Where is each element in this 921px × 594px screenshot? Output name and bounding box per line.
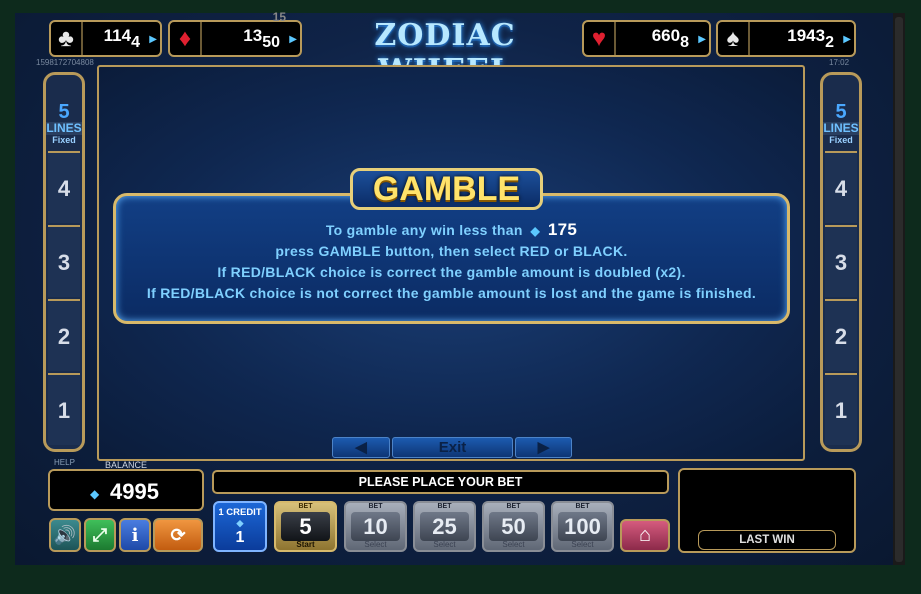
jackpot-diamonds-rolling: 15 bbox=[272, 9, 286, 24]
play-arrow-icon: ▶ bbox=[289, 34, 297, 45]
speaker-icon[interactable]: 🔊 bbox=[49, 518, 81, 552]
bet-value: 10 bbox=[351, 512, 400, 541]
gamble-info-panel: To gamble any win less than ◆ 175 press … bbox=[113, 193, 790, 324]
bet-10-button[interactable]: BET 10 Select bbox=[344, 501, 407, 552]
clubs-icon: ♣ bbox=[51, 22, 83, 55]
jackpot-hearts-sub: 8 bbox=[680, 33, 689, 51]
jackpot-spades-sub: 2 bbox=[825, 33, 834, 51]
gamble-line-2: press GAMBLE button, then select RED or … bbox=[275, 243, 628, 259]
bet-value: 5 bbox=[281, 512, 330, 541]
line-4[interactable]: 4 bbox=[825, 151, 857, 223]
scrollbar[interactable] bbox=[893, 13, 905, 565]
hearts-icon: ♥ bbox=[584, 22, 616, 55]
bet-label: BET bbox=[298, 503, 313, 510]
balance-value: 4995 bbox=[110, 479, 159, 504]
scrollbar-thumb[interactable] bbox=[895, 17, 903, 562]
lines-count: 5 bbox=[58, 101, 70, 123]
fullscreen-icon[interactable]: ⤢ bbox=[84, 518, 116, 552]
play-arrow-icon: ▶ bbox=[843, 34, 851, 45]
exit-button[interactable]: Exit bbox=[392, 437, 513, 458]
play-arrow-icon: ▶ bbox=[149, 34, 157, 45]
balance-label: BALANCE bbox=[104, 460, 148, 470]
jackpot-spades-value: 1943 bbox=[787, 25, 826, 45]
prev-page-button[interactable]: ◀ bbox=[332, 437, 390, 458]
home-icon[interactable]: ⌂ bbox=[620, 519, 670, 552]
line-2[interactable]: 2 bbox=[48, 299, 80, 371]
balance-box: BALANCE ◆ 4995 bbox=[48, 460, 204, 511]
lines-label: LINES bbox=[46, 121, 82, 135]
credit-label: 1 CREDIT bbox=[218, 507, 262, 518]
credit-button[interactable]: 1 CREDIT ◆ 1 bbox=[213, 501, 267, 552]
bet-value: 100 bbox=[558, 512, 607, 541]
credit-value: 1 bbox=[235, 529, 245, 546]
jackpot-diamonds-sub: 50 bbox=[262, 33, 280, 51]
autoplay-icon[interactable]: ⟳ bbox=[153, 518, 203, 552]
bet-25-button[interactable]: BET 25 Select bbox=[413, 501, 476, 552]
line-3[interactable]: 3 bbox=[825, 225, 857, 297]
gamble-title: GAMBLE bbox=[350, 168, 543, 210]
last-win-label: LAST WIN bbox=[698, 530, 836, 550]
gamble-line-4: If RED/BLACK choice is not correct the g… bbox=[146, 285, 757, 301]
bet-100-button[interactable]: BET 100 Select bbox=[551, 501, 614, 552]
bet-50-button[interactable]: BET 50 Select bbox=[482, 501, 545, 552]
lines-column-right: 5 LINES Fixed 4 3 2 1 bbox=[820, 72, 862, 452]
gem-icon: ◆ bbox=[526, 224, 544, 238]
gem-icon: ◆ bbox=[90, 487, 100, 501]
bet-action: Start bbox=[296, 540, 315, 549]
game-id: 1598172704808 bbox=[36, 58, 94, 67]
play-arrow-icon: ▶ bbox=[698, 34, 706, 45]
gamble-limit: 175 bbox=[547, 220, 578, 239]
bet-value: 25 bbox=[420, 512, 469, 541]
jackpot-hearts-value: 660 bbox=[651, 25, 681, 45]
gem-icon: ◆ bbox=[236, 518, 244, 528]
clock: 17:02 bbox=[829, 58, 850, 67]
jackpot-clubs: ♣ 1144 ▶ bbox=[49, 20, 162, 57]
bet-action: Select bbox=[433, 540, 456, 549]
line-1[interactable]: 1 bbox=[825, 373, 857, 445]
bet-label: BET bbox=[506, 503, 521, 510]
line-1[interactable]: 1 bbox=[48, 373, 80, 445]
next-page-button[interactable]: ▶ bbox=[515, 437, 572, 458]
jackpot-clubs-sub: 4 bbox=[131, 33, 140, 51]
gamble-line-1: To gamble any win less than bbox=[325, 222, 523, 238]
last-win-box: LAST WIN bbox=[678, 468, 856, 553]
bet-label: BET bbox=[437, 503, 452, 510]
bet-action: Select bbox=[502, 540, 525, 549]
jackpot-hearts: ♥ 6608 ▶ bbox=[582, 20, 711, 57]
bet-value: 50 bbox=[489, 512, 538, 541]
info-icon[interactable]: i bbox=[119, 518, 151, 552]
gamble-line-3: If RED/BLACK choice is correct the gambl… bbox=[217, 264, 686, 280]
bet-action: Select bbox=[571, 540, 594, 549]
line-4[interactable]: 4 bbox=[48, 151, 80, 223]
lines-mode: Fixed bbox=[52, 135, 76, 145]
lines-count: 5 bbox=[835, 101, 847, 123]
spades-icon: ♠ bbox=[718, 22, 750, 55]
bet-label: BET bbox=[368, 503, 383, 510]
bet-5-button[interactable]: BET 5 Start bbox=[274, 501, 337, 552]
bet-label: BET bbox=[575, 503, 590, 510]
line-3[interactable]: 3 bbox=[48, 225, 80, 297]
jackpot-spades: ♠ 19432 ▶ bbox=[716, 20, 856, 57]
bet-action: Select bbox=[364, 540, 387, 549]
lines-label: LINES bbox=[823, 121, 859, 135]
jackpot-diamonds-value: 13 bbox=[243, 25, 263, 45]
lines-mode: Fixed bbox=[829, 135, 853, 145]
status-message: PLEASE PLACE YOUR BET bbox=[212, 470, 669, 494]
jackpot-clubs-value: 114 bbox=[103, 25, 132, 45]
game-logo: ZODIAC WHEEL bbox=[374, 18, 516, 88]
diamonds-icon: ♦ bbox=[170, 22, 202, 55]
jackpot-diamonds: ♦ 1350 15 ▶ bbox=[168, 10, 302, 57]
line-2[interactable]: 2 bbox=[825, 299, 857, 371]
lines-column-left: 5 LINES Fixed 4 3 2 1 bbox=[43, 72, 85, 452]
